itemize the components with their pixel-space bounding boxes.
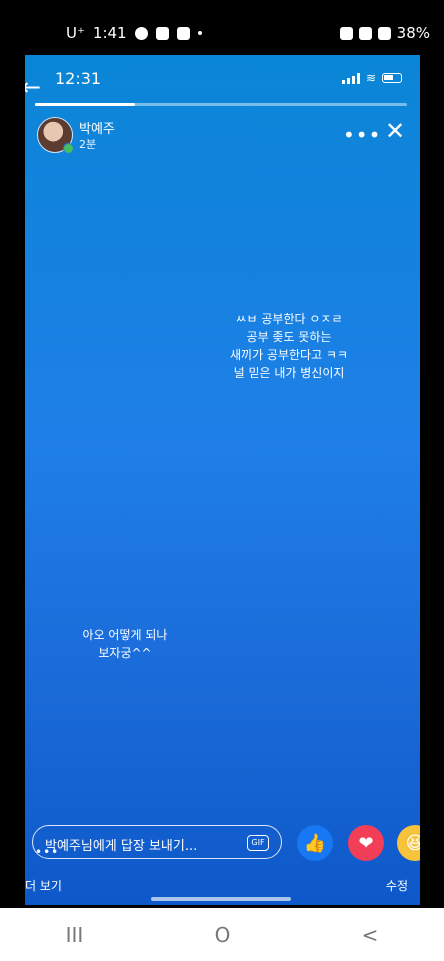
home-button[interactable]: O <box>215 923 231 947</box>
home-indicator <box>151 897 291 901</box>
reply-placeholder: 박예주님에게 답장 보내기... <box>45 839 198 854</box>
back-button[interactable]: < <box>362 923 379 947</box>
back-arrow-icon[interactable]: ← <box>25 73 41 101</box>
gif-button[interactable]: GIF <box>247 835 269 851</box>
story-posted-time: 2분 <box>79 138 97 151</box>
recent-apps-button[interactable]: III <box>66 923 84 947</box>
edit-link[interactable]: 수정 <box>386 877 408 894</box>
kakao-icon <box>176 26 190 40</box>
notification-dot-icon <box>197 31 202 35</box>
more-options-icon[interactable]: ••• <box>343 123 381 147</box>
reply-input[interactable]: 박예주님에게 답장 보내기... GIF <box>32 825 282 859</box>
inner-status-time: 12:31 <box>55 69 102 88</box>
signal-icon <box>341 72 360 84</box>
story-text-bottom: 아오 어떻게 되나 보자궁^^ <box>82 628 168 660</box>
story-progress-track <box>35 103 407 106</box>
online-indicator <box>63 143 74 154</box>
see-more-link[interactable]: 더 보기 <box>25 877 62 894</box>
android-nav-bar: III O < <box>0 908 444 961</box>
battery-icon <box>382 73 402 83</box>
messenger-icon <box>134 26 148 40</box>
love-reaction-button[interactable]: ❤ <box>348 825 384 861</box>
avatar[interactable] <box>37 117 74 154</box>
signal-icon <box>377 26 391 40</box>
story-progress-fill <box>35 103 136 106</box>
wifi-icon <box>358 26 372 40</box>
mute-icon <box>339 26 353 40</box>
inner-status-bar: 12:31 ≋ <box>25 55 420 95</box>
carrier-label: U⁺ <box>66 24 85 42</box>
status-time: 1:41 <box>92 24 127 42</box>
haha-reaction-button[interactable]: 😆 <box>397 825 420 861</box>
like-reaction-button[interactable]: 👍 <box>297 825 333 861</box>
phone-status-bar: U⁺ 1:41 38% <box>0 0 444 55</box>
wifi-icon: ≋ <box>365 71 376 85</box>
battery-percent: 38% <box>396 24 430 42</box>
story-text-top: ㅆㅂ 공부한다 ㅇㅈㄹ 공부 좆도 못하는 새끼가 공부한다고 ㅋㅋ 널 믿은 … <box>229 312 349 380</box>
close-icon[interactable]: ✕ <box>385 117 405 145</box>
story-user-name[interactable]: 박예주 <box>79 118 115 137</box>
story-viewer[interactable]: 12:31 ≋ ← 박예주 2분 ••• ✕ ㅆㅂ 공부한다 ㅇㅈㄹ 공부 좆도… <box>25 55 420 905</box>
more-dots-icon[interactable]: ••• <box>35 845 59 859</box>
gallery-icon <box>155 26 169 40</box>
